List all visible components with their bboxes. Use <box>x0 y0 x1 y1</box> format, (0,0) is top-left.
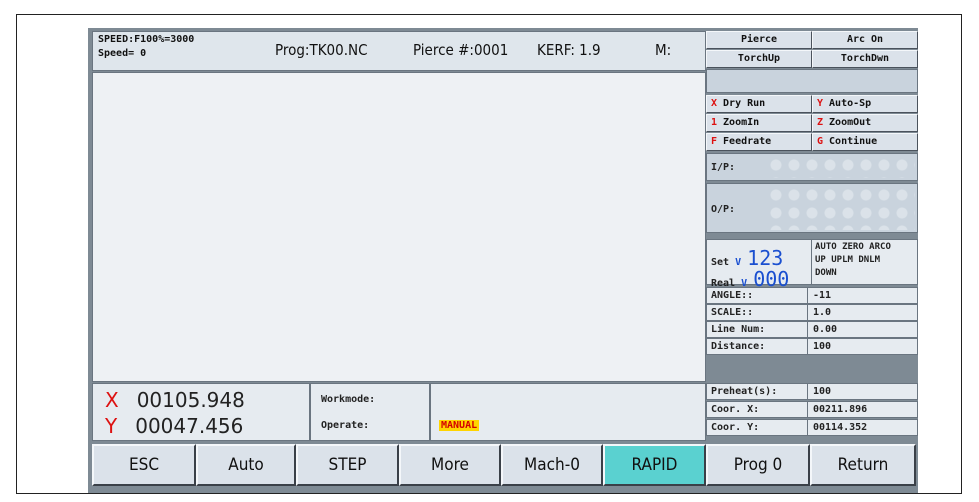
input-status: I/P: <box>706 153 918 181</box>
function-key-bar: ESC Auto STEP More Mach-0 RAPID Prog 0 R… <box>92 444 918 488</box>
status-bar: SPEED:F100%=3000 Speed= 0 Prog:TK00.NC P… <box>92 31 706 71</box>
continue-button[interactable]: G Continue <box>812 133 918 151</box>
prog-zero-button[interactable]: Prog 0 <box>706 444 810 486</box>
thc-flags-row2: UP UPLM DNLM <box>815 255 881 265</box>
torch-up-button[interactable]: TorchUp <box>706 50 812 68</box>
pierce-button[interactable]: Pierce <box>706 31 812 49</box>
info-row-scale: SCALE:: 1.0 <box>706 304 918 321</box>
info-row-coor-y: Coor. Y: 00114.352 <box>706 419 918 436</box>
output-label: O/P: <box>711 204 736 215</box>
info-row-preheat: Preheat(s): 100 <box>706 383 918 400</box>
return-button[interactable]: Return <box>810 444 916 486</box>
right-panel-spacer <box>706 69 918 93</box>
info-row-angle: ANGLE:: -11 <box>706 287 918 304</box>
pierce-count: Pierce #:0001 <box>413 41 509 59</box>
info-row-line-num: Line Num: 0.00 <box>706 321 918 338</box>
thc-divider <box>811 240 812 284</box>
thc-voltage-panel: Set V 123 Real V 000 AUTO ZERO ARCO UP U… <box>706 239 918 291</box>
y-coordinate: Y 00047.456 <box>105 414 243 438</box>
x-axis-value: 00105.948 <box>136 388 245 412</box>
operate-label: Operate: <box>321 420 370 431</box>
right-panel: Pierce Arc On TorchUp TorchDwn X Dry Run … <box>706 31 918 441</box>
esc-button[interactable]: ESC <box>92 444 196 486</box>
info-row-distance: Distance: 100 <box>706 338 918 355</box>
y-axis-label: Y <box>105 414 118 438</box>
speed-value: Speed= 0 <box>98 48 147 59</box>
workmode-label: Workmode: <box>321 394 376 405</box>
graphics-canvas[interactable] <box>92 72 706 382</box>
zoom-in-button[interactable]: 1 ZoomIn <box>706 114 812 132</box>
program-name: Prog:TK00.NC <box>275 41 368 59</box>
auto-speed-button[interactable]: Y Auto-Sp <box>812 95 918 113</box>
more-button[interactable]: More <box>399 444 501 486</box>
thc-flags-row3: DOWN <box>815 268 837 278</box>
thc-flags-row1: AUTO ZERO ARCO <box>815 242 891 252</box>
feedrate-button[interactable]: F Feedrate <box>706 133 812 151</box>
output-status: O/P: <box>706 183 918 233</box>
operate-mode-badge: MANUAL <box>439 420 480 431</box>
kerf-value: KERF: 1.9 <box>537 41 601 59</box>
speed-override: SPEED:F100%=3000 <box>98 34 195 45</box>
x-coordinate: X 00105.948 <box>105 388 245 412</box>
rapid-button[interactable]: RAPID <box>603 444 706 486</box>
torch-down-button[interactable]: TorchDwn <box>812 50 918 68</box>
step-button[interactable]: STEP <box>296 444 399 486</box>
input-label: I/P: <box>711 162 736 173</box>
input-indicators <box>767 156 915 178</box>
auto-button[interactable]: Auto <box>196 444 296 486</box>
m-code: M: <box>655 41 672 59</box>
output-indicators <box>767 186 915 230</box>
dry-run-button[interactable]: X Dry Run <box>706 95 812 113</box>
mode-values-panel: MANUAL <box>430 383 706 441</box>
x-axis-label: X <box>105 388 119 412</box>
mode-labels-panel: Workmode: Operate: <box>310 383 430 441</box>
y-axis-value: 00047.456 <box>135 414 244 438</box>
coordinate-panel: X 00105.948 Y 00047.456 <box>92 383 310 441</box>
zoom-out-button[interactable]: Z ZoomOut <box>812 114 918 132</box>
info-row-coor-x: Coor. X: 00211.896 <box>706 401 918 418</box>
mach-zero-button[interactable]: Mach-0 <box>501 444 603 486</box>
arc-on-button[interactable]: Arc On <box>812 31 918 49</box>
